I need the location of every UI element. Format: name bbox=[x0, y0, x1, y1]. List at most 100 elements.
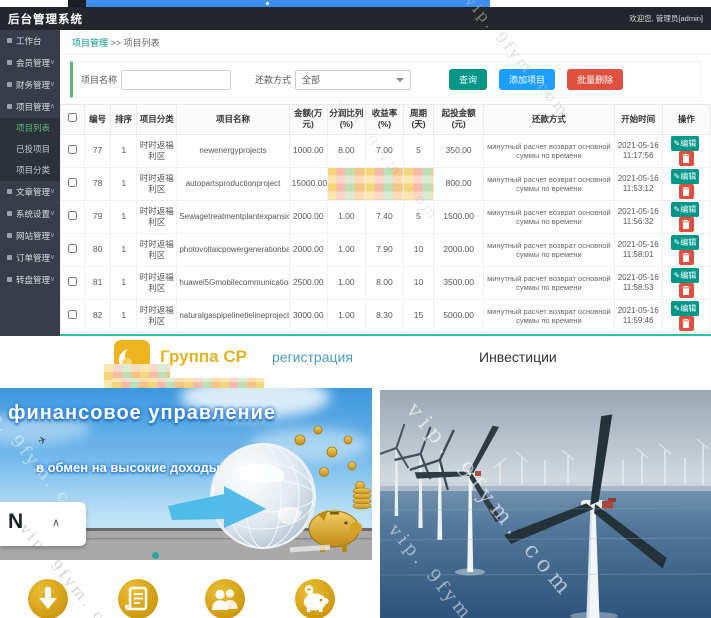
project-name-input[interactable] bbox=[121, 70, 231, 90]
table-cell: 时时返福利区 bbox=[137, 134, 177, 167]
loading-dot-icon bbox=[266, 2, 269, 5]
column-header: 收益率(%) bbox=[365, 105, 403, 135]
repay-method-label: 还款方式 bbox=[255, 73, 291, 86]
sidebar-submenu: 项目列表已投项目项目分类 bbox=[0, 118, 60, 181]
sidebar-item-label: 文章管理 bbox=[16, 187, 50, 197]
contract-icon[interactable] bbox=[117, 578, 159, 618]
table-row: 771时时返福利区newenergyprojects1000.008.007.0… bbox=[61, 134, 711, 167]
row-checkbox[interactable] bbox=[68, 145, 77, 154]
chevron-down-icon: ∨ bbox=[50, 52, 55, 74]
table-cell: 77 bbox=[85, 134, 111, 167]
edit-button[interactable]: ✎编辑 bbox=[671, 202, 700, 217]
admin-panel: 后台管理系统 欢迎您, 管理员[admin] 工作台会员管理∨财务管理∨项目管理… bbox=[0, 7, 711, 336]
language-selector[interactable]: N ∧ bbox=[0, 502, 86, 546]
search-button[interactable]: 查询 bbox=[449, 69, 487, 90]
edit-button[interactable]: ✎编辑 bbox=[671, 136, 700, 151]
delete-button[interactable] bbox=[679, 184, 694, 199]
edit-button[interactable]: ✎编辑 bbox=[671, 235, 700, 250]
table-cell: 时时返福利区 bbox=[137, 233, 177, 266]
wind-farm-photo bbox=[380, 390, 711, 618]
add-project-button[interactable]: 添加项目 bbox=[499, 69, 555, 90]
table-cell: naturalgaspipelinetielineproject bbox=[177, 299, 289, 332]
chevron-down-icon: ∨ bbox=[50, 181, 55, 203]
table-header-row: 编号排序项目分类项目名称金额(万元)分润比列(%)收益率(%)周期(天)起投金额… bbox=[61, 105, 711, 135]
investments-link[interactable]: Инвестиции bbox=[479, 349, 557, 365]
sidebar-item[interactable]: 订单管理∨ bbox=[0, 247, 60, 269]
column-header: 项目分类 bbox=[137, 105, 177, 135]
column-header: 金额(万元) bbox=[289, 105, 327, 135]
edit-button[interactable]: ✎编辑 bbox=[671, 169, 700, 184]
row-checkbox[interactable] bbox=[68, 310, 77, 319]
sidebar-item[interactable]: 系统设置∨ bbox=[0, 203, 60, 225]
repay-method-value: 全部 bbox=[302, 73, 320, 86]
sidebar-item-label: 项目管理 bbox=[16, 102, 50, 112]
sidebar-item[interactable]: 文章管理∨ bbox=[0, 181, 60, 203]
chevron-down-icon: ∨ bbox=[50, 225, 55, 247]
table-cell: 78 bbox=[85, 167, 111, 200]
delete-button[interactable] bbox=[679, 316, 694, 331]
breadcrumb-parent[interactable]: 项目管理 bbox=[72, 38, 108, 48]
edit-button[interactable]: ✎编辑 bbox=[671, 301, 700, 316]
savings-icon[interactable] bbox=[294, 578, 336, 618]
breadcrumb-separator: >> bbox=[111, 38, 122, 48]
sidebar-item[interactable]: 财务管理∨ bbox=[0, 74, 60, 96]
sidebar-subitem[interactable]: 项目分类 bbox=[0, 160, 60, 181]
delete-button[interactable] bbox=[679, 151, 694, 166]
column-header: 开始时间 bbox=[614, 105, 662, 135]
project-name-label: 项目名称 bbox=[81, 73, 117, 86]
edit-button[interactable]: ✎编辑 bbox=[671, 268, 700, 283]
menu-icon bbox=[7, 38, 12, 43]
column-header: 还款方式 bbox=[484, 105, 614, 135]
table-cell: 1.00 bbox=[327, 266, 365, 299]
carousel-dot[interactable] bbox=[152, 552, 159, 559]
sidebar-item[interactable]: 项目管理∧ bbox=[0, 96, 60, 118]
table-cell: 7.40 bbox=[365, 200, 403, 233]
sidebar-item[interactable]: 会员管理∨ bbox=[0, 52, 60, 74]
table-cell: 2021-05-16 11:58:01 bbox=[614, 233, 662, 266]
table-cell: 5000.00 bbox=[434, 299, 484, 332]
table-cell: ✎编辑 bbox=[662, 299, 710, 332]
chevron-up-icon: ∧ bbox=[50, 96, 55, 118]
main-content: 项目管理 >> 项目列表 项目名称 还款方式 全部 查询 添加项目 批量删除 bbox=[60, 30, 711, 336]
sidebar-subitem[interactable]: 已投项目 bbox=[0, 139, 60, 160]
sidebar-item[interactable]: 转盘管理∨ bbox=[0, 269, 60, 291]
browser-top-strip bbox=[0, 0, 711, 7]
delete-button[interactable] bbox=[679, 217, 694, 232]
sidebar-item-label: 工作台 bbox=[16, 36, 42, 46]
sidebar-item[interactable]: 网站管理∨ bbox=[0, 225, 60, 247]
table-cell: 800.00 bbox=[434, 167, 484, 200]
sidebar-item-label: 网站管理 bbox=[16, 231, 50, 241]
table-cell bbox=[61, 167, 85, 200]
team-icon[interactable] bbox=[204, 578, 246, 618]
register-link[interactable]: регистрация bbox=[272, 349, 353, 365]
delete-button[interactable] bbox=[679, 283, 694, 298]
row-checkbox[interactable] bbox=[68, 244, 77, 253]
table-cell: 7.00 bbox=[365, 134, 403, 167]
table-cell: 2500.00 bbox=[289, 266, 327, 299]
sidebar-item-label: 系统设置 bbox=[16, 209, 50, 219]
download-icon[interactable] bbox=[27, 578, 69, 618]
batch-delete-button[interactable]: 批量删除 bbox=[567, 69, 623, 90]
row-checkbox[interactable] bbox=[68, 178, 77, 187]
table-cell: 时时返福利区 bbox=[137, 266, 177, 299]
table-cell: минутный расчет возврат основной суммы п… bbox=[484, 266, 614, 299]
project-table-body: 771时时返福利区newenergyprojects1000.008.007.0… bbox=[61, 134, 711, 336]
finance-banner: финансовое управление ✈ в обмен на высок… bbox=[0, 388, 372, 560]
row-checkbox[interactable] bbox=[68, 277, 77, 286]
app-title: 后台管理系统 bbox=[8, 11, 83, 27]
sidebar-item[interactable]: 工作台 bbox=[0, 30, 60, 52]
chevron-down-icon bbox=[396, 78, 404, 82]
delete-button[interactable] bbox=[679, 250, 694, 265]
row-checkbox[interactable] bbox=[68, 211, 77, 220]
table-cell bbox=[61, 134, 85, 167]
sidebar-subitem[interactable]: 项目列表 bbox=[0, 118, 60, 139]
repay-method-select[interactable]: 全部 bbox=[295, 70, 411, 90]
table-cell: 10 bbox=[404, 233, 434, 266]
table-cell: 15000.00 bbox=[289, 167, 327, 200]
select-all-checkbox[interactable] bbox=[68, 113, 77, 122]
table-cell: 81 bbox=[85, 266, 111, 299]
column-header: 分润比列(%) bbox=[327, 105, 365, 135]
menu-icon bbox=[7, 255, 12, 260]
table-cell: 80 bbox=[85, 233, 111, 266]
table-cell: autopartsproductionproject bbox=[177, 167, 289, 200]
